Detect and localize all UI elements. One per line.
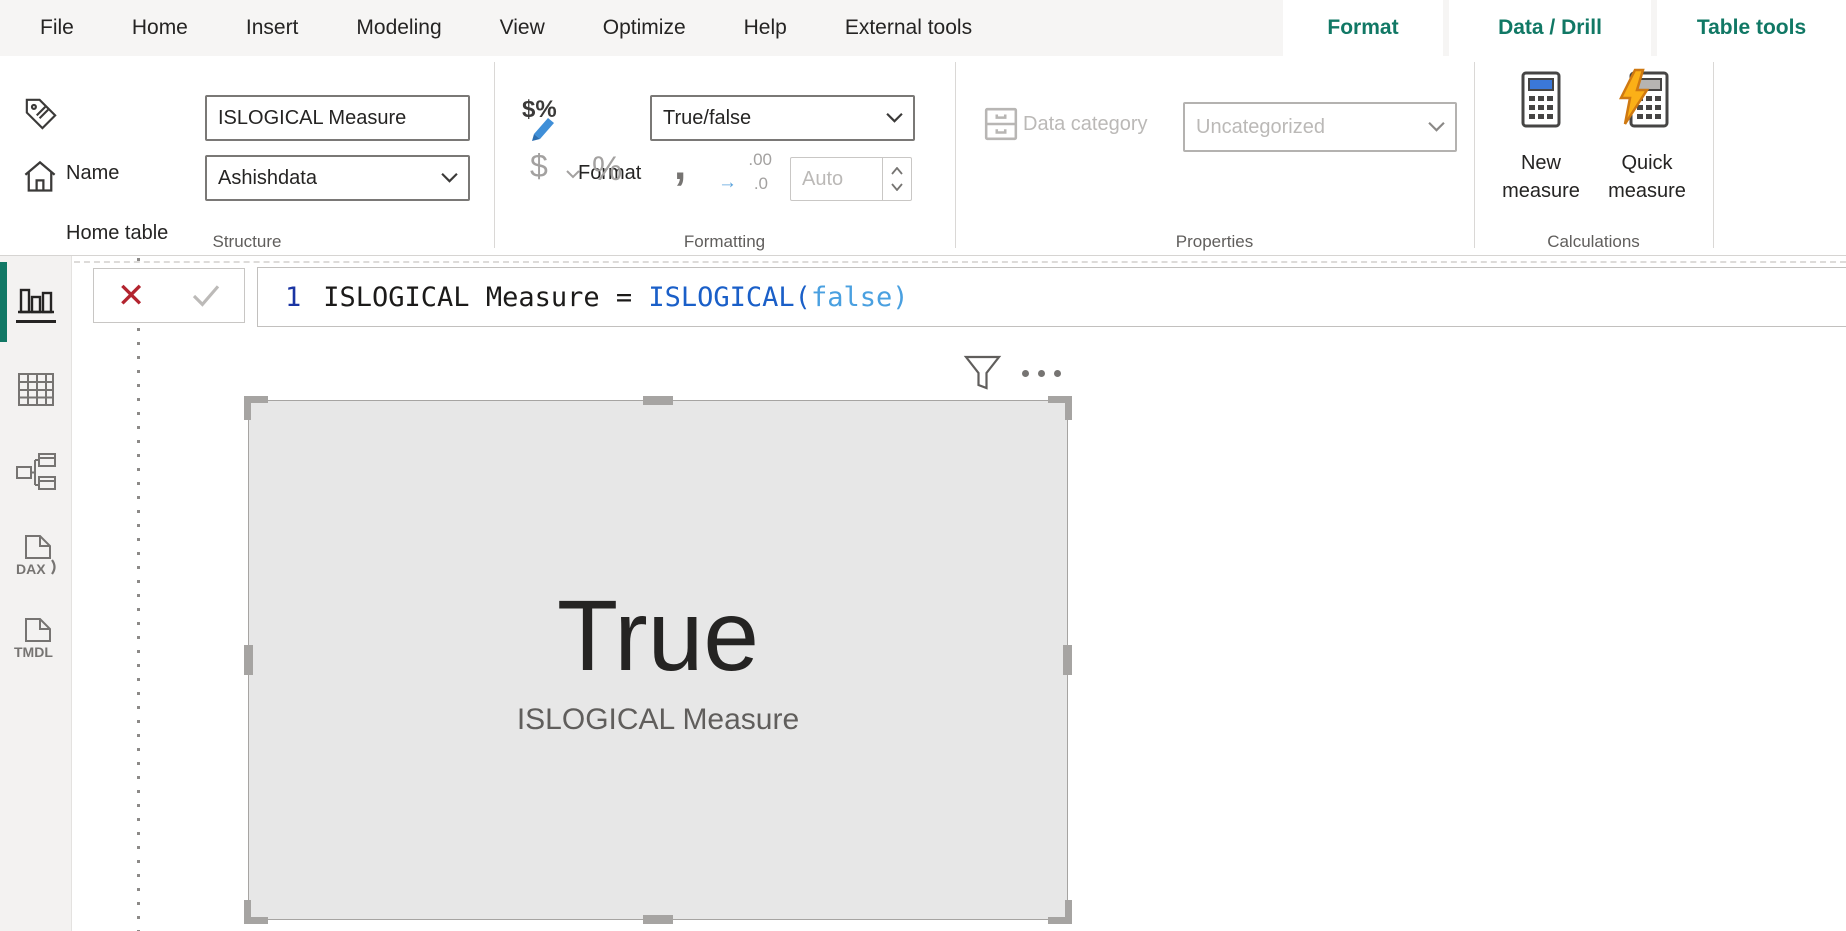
currency-format-button: $ (530, 148, 548, 184)
decimal-arrow-icon: → (718, 172, 737, 193)
resize-handle-left[interactable] (244, 645, 253, 675)
commit-formula-button (193, 284, 220, 307)
ribbon: Name Home table Ashishdata Structure $% (0, 56, 1846, 256)
spinner-up-icon (891, 166, 903, 175)
lightning-icon (1618, 68, 1650, 125)
report-view-icon (18, 288, 54, 314)
measure-name-input[interactable] (205, 95, 470, 141)
resize-handle-bottom-left[interactable] (244, 900, 268, 924)
quick-measure-icon (1618, 68, 1670, 135)
menu-modeling[interactable]: Modeling (327, 0, 470, 56)
workspace: DAX TMDL ✕ 1 ISLOGICAL Measure = ISLOGIC… (0, 256, 1846, 931)
name-field-label: Name (66, 162, 120, 184)
menu-insert[interactable]: Insert (217, 0, 328, 56)
data-category-icon (983, 106, 1019, 147)
formula-bar-splitter[interactable] (74, 261, 1846, 263)
svg-text:DAX: DAX (16, 561, 46, 577)
resize-handle-top-right[interactable] (1048, 396, 1072, 420)
new-measure-button[interactable]: New measure (1488, 70, 1594, 242)
chevron-down-icon (1428, 121, 1445, 133)
formula-line-number: 1 (285, 281, 302, 313)
group-label-calculations: Calculations (1547, 232, 1640, 251)
card-value: True (557, 579, 759, 692)
quick-measure-label: Quick measure (1608, 152, 1686, 202)
tmdl-view-icon: TMDL (14, 618, 53, 660)
currency-chevron-icon (566, 166, 580, 184)
formula-commit-box: ✕ (93, 268, 245, 323)
format-value: True/false (663, 106, 752, 129)
format-dropdown[interactable]: True/false (650, 95, 915, 141)
powerbi-window: File Home Insert Modeling View Optimize … (0, 0, 1846, 931)
resize-handle-top-left[interactable] (244, 396, 268, 420)
model-view-icon (16, 453, 56, 490)
home-icon (22, 159, 58, 200)
percent-format-button: % (592, 150, 623, 188)
card-data-label: ISLOGICAL Measure (516, 702, 800, 736)
cancel-formula-button[interactable]: ✕ (117, 279, 146, 313)
thousands-separator-button: , (674, 140, 687, 189)
view-sidebar: DAX TMDL (0, 256, 72, 931)
tag-icon (24, 97, 58, 136)
visual-filter-icon[interactable] (963, 355, 1003, 397)
data-category-value: Uncategorized (1196, 115, 1325, 138)
sidebar-item-model-view[interactable] (0, 434, 72, 510)
dax-formula-input[interactable]: 1 ISLOGICAL Measure = ISLOGICAL( false ) (257, 267, 1846, 327)
menu-home[interactable]: Home (103, 0, 217, 56)
data-category-label: Data category (1023, 113, 1148, 135)
decimal-places-stepper: .00 → .0 (718, 150, 772, 193)
menu-external-tools[interactable]: External tools (816, 0, 1001, 56)
card-visual[interactable]: True ISLOGICAL Measure (248, 400, 1068, 920)
visual-more-options-button[interactable] (1022, 370, 1061, 377)
resize-handle-top[interactable] (643, 396, 673, 405)
menubar: File Home Insert Modeling View Optimize … (0, 0, 1846, 56)
tab-format[interactable]: Format (1283, 0, 1443, 56)
group-label-formatting: Formatting (683, 232, 766, 251)
formula-function-token: ISLOGICAL( (648, 281, 811, 313)
table-view-icon (18, 373, 54, 406)
pane-splitter-dotted-line[interactable] (137, 258, 140, 931)
new-measure-icon (1518, 70, 1564, 135)
tab-data-drill[interactable]: Data / Drill (1449, 0, 1651, 56)
ribbon-group-formatting: $% Format True/false $ % , .00 → .0 Auto… (494, 56, 955, 256)
data-category-dropdown: Uncategorized (1183, 102, 1457, 152)
dax-query-view-icon: DAX (16, 535, 56, 577)
formula-close-paren: ) (892, 281, 909, 313)
group-label-properties: Properties (1175, 232, 1254, 251)
new-measure-label: New measure (1502, 152, 1580, 202)
sidebar-item-dax-query-view[interactable]: DAX (0, 518, 72, 594)
menu-help[interactable]: Help (715, 0, 816, 56)
home-table-dropdown[interactable]: Ashishdata (205, 155, 470, 201)
chevron-down-icon (886, 112, 903, 124)
ribbon-divider (1713, 62, 1714, 248)
resize-handle-right[interactable] (1063, 645, 1072, 675)
home-table-value: Ashishdata (218, 166, 317, 189)
resize-handle-bottom-right[interactable] (1048, 900, 1072, 924)
resize-handle-bottom[interactable] (643, 915, 673, 924)
quick-measure-button[interactable]: Quick measure (1594, 68, 1700, 242)
report-view-selected-underline (16, 320, 56, 323)
ribbon-group-properties: Data category Uncategorized Properties (955, 56, 1474, 256)
sidebar-item-tmdl-view[interactable]: TMDL (0, 601, 72, 677)
auto-value: Auto (802, 167, 844, 190)
sidebar-item-table-view[interactable] (0, 352, 72, 428)
menu-view[interactable]: View (471, 0, 574, 56)
sidebar-item-report-view[interactable] (0, 264, 72, 340)
card-visual-container: True ISLOGICAL Measure (244, 396, 1072, 924)
menu-optimize[interactable]: Optimize (574, 0, 715, 56)
menu-file[interactable]: File (11, 0, 103, 56)
spinner-down-icon (891, 183, 903, 192)
chevron-down-icon (441, 172, 458, 184)
svg-text:TMDL: TMDL (14, 644, 53, 660)
formula-keyword-token: false (810, 281, 893, 313)
formula-expression-text: ISLOGICAL Measure = (323, 281, 649, 313)
ribbon-group-calculations: New measure Quick measure Calculations (1474, 56, 1713, 256)
tab-table-tools[interactable]: Table tools (1657, 0, 1846, 56)
ribbon-group-structure: Name Home table Ashishdata Structure (0, 56, 494, 256)
group-label-structure: Structure (212, 232, 282, 251)
decimal-auto-spinner: Auto (790, 157, 912, 201)
